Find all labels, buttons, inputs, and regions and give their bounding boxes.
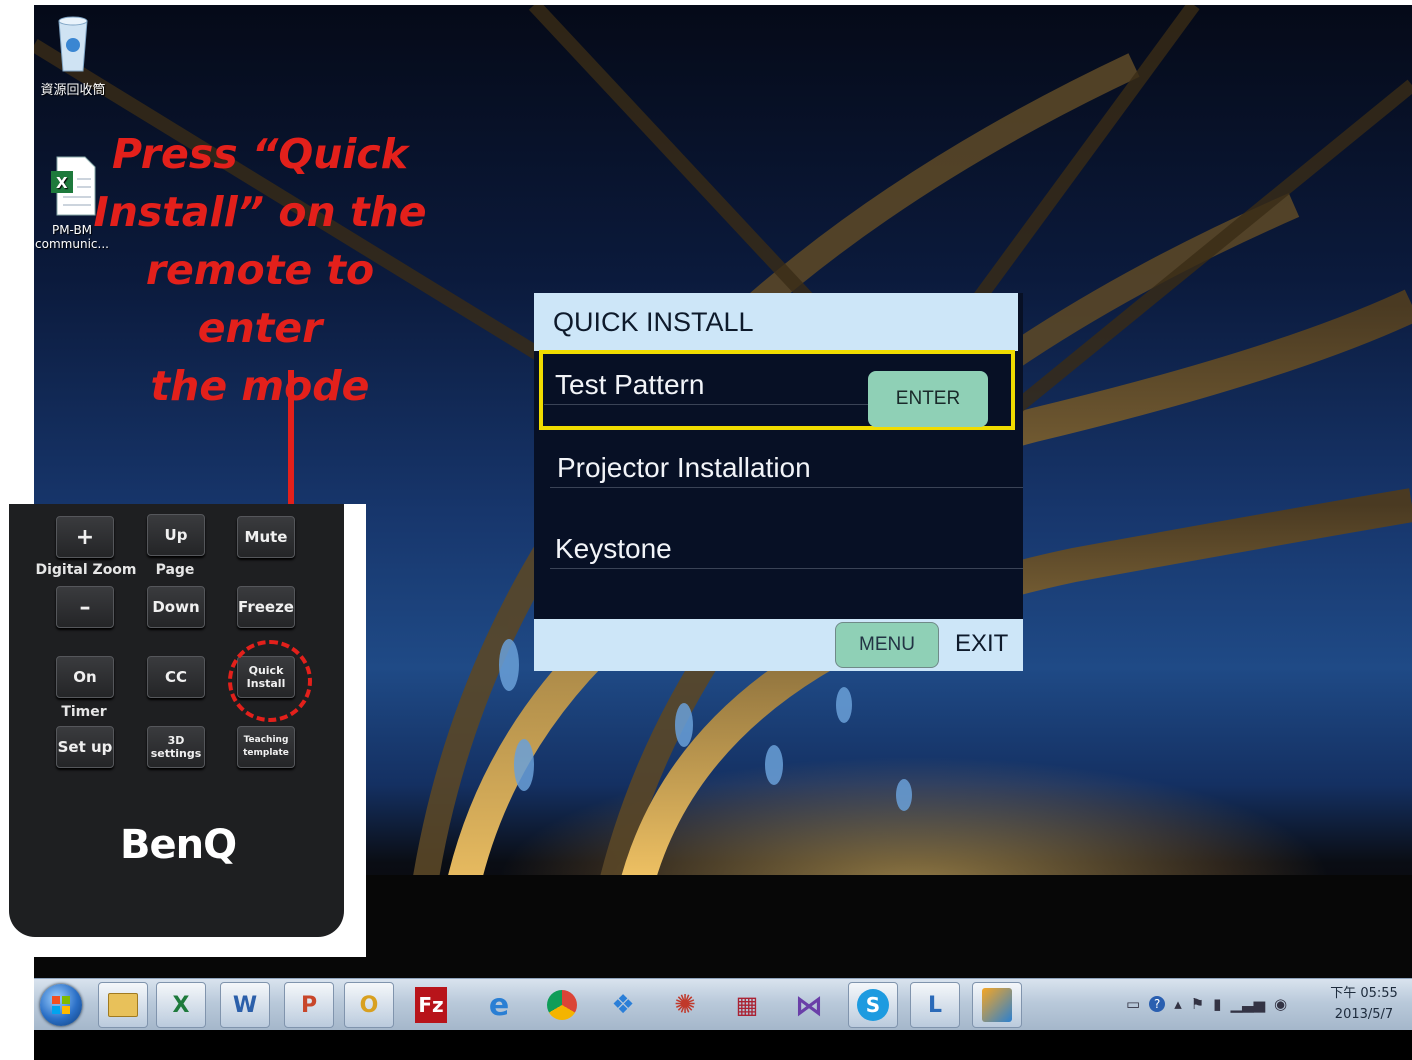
benq-logo: BenQ [120,822,237,868]
exit-label: EXIT [955,630,1009,657]
page-label: Page [155,562,195,578]
chrome-icon[interactable] [537,982,587,1028]
calculator-chart-icon[interactable]: ▦ [722,982,772,1028]
screen-bottom-border [34,1030,1412,1060]
enter-button[interactable]: ENTER [868,371,988,427]
clock-time: 下午 05:55 [1330,986,1398,1001]
dropbox-icon[interactable]: ❖ [598,982,648,1028]
osd-item-label: Keystone [555,533,672,564]
timer-label: Timer [61,704,107,720]
benq-remote: + Up Mute Digital Zoom Page – Down Freez… [9,504,344,937]
quick-install-highlight-circle [228,640,312,722]
lync-icon[interactable]: L [910,982,960,1028]
osd-title-bar: QUICK INSTALL [534,293,1018,351]
network-signal-icon[interactable]: ▁▃▅ [1230,995,1265,1013]
cc-button[interactable]: CC [147,656,205,698]
system-tray: ▭ ? ▴ ⚑ ▮ ▁▃▅ ◉ [1126,989,1287,1019]
osd-item-keystone[interactable]: Keystone [534,519,1023,589]
osd-footer: MENU EXIT [534,619,1023,671]
osd-divider [550,568,1023,569]
osd-item-projector-installation[interactable]: Projector Installation [534,438,1023,508]
menu-button[interactable]: MENU [835,622,939,668]
windows-logo-icon [52,996,70,1014]
teaching-template-button[interactable]: Teaching template [237,726,295,768]
page-up-button[interactable]: Up [147,514,205,556]
filezilla-icon[interactable]: Fz [406,982,456,1028]
internet-explorer-icon[interactable]: e [474,982,524,1028]
file-explorer-icon[interactable] [98,982,148,1028]
instruction-line: Install” on the [93,188,427,236]
picasa-icon[interactable]: ✺ [660,982,710,1028]
show-hidden-icons-icon[interactable]: ▴ [1174,995,1182,1013]
svg-text:X: X [56,174,68,192]
mute-button[interactable]: Mute [237,516,295,558]
word-icon[interactable]: W [220,982,270,1028]
clock-date: 2013/5/7 [1334,1007,1394,1022]
page-down-button[interactable]: Down [147,586,205,628]
paint-icon[interactable] [972,982,1022,1028]
volume-icon[interactable]: ◉ [1274,995,1287,1013]
taskbar-clock[interactable]: 下午 05:55 2013/5/7 [1324,983,1404,1025]
instruction-line: the mode [150,362,370,410]
skype-icon[interactable]: S [848,982,898,1028]
keyboard-icon[interactable]: ▭ [1126,995,1140,1013]
outlook-icon[interactable]: O [344,982,394,1028]
osd-item-label: Projector Installation [557,452,811,483]
osd-divider [550,487,1023,488]
quick-install-osd: QUICK INSTALL Test Pattern ENTER Project… [534,293,1023,671]
freeze-button[interactable]: Freeze [237,586,295,628]
action-center-flag-icon[interactable]: ⚑ [1191,995,1204,1013]
zoom-minus-button[interactable]: – [56,586,114,628]
3d-settings-button[interactable]: 3D settings [147,726,205,768]
powerpoint-icon[interactable]: P [284,982,334,1028]
windows-taskbar: X W P O Fz e ❖ ✺ ▦ ⋈ S L ▭ ? ▴ ⚑ ▮ ▁▃▅ ◉… [34,978,1412,1031]
on-button[interactable]: On [56,656,114,698]
recycle-bin-shortcut[interactable]: 資源回收筒 [38,15,108,98]
visual-studio-icon[interactable]: ⋈ [784,982,834,1028]
setup-button[interactable]: Set up [56,726,114,768]
instruction-line: remote to enter [145,246,375,352]
power-icon[interactable]: ▮ [1213,995,1221,1013]
recycle-bin-label: 資源回收筒 [40,83,106,98]
excel-icon[interactable]: X [156,982,206,1028]
start-button[interactable] [40,984,82,1026]
instruction-line: Press “Quick [112,130,408,178]
instruction-annotation: Press “Quick Install” on the remote to e… [80,125,440,415]
zoom-plus-button[interactable]: + [56,516,114,558]
help-icon[interactable]: ? [1149,996,1166,1012]
digital-zoom-label: Digital Zoom [35,562,137,578]
osd-title: QUICK INSTALL [553,307,754,337]
recycle-bin-icon [58,16,88,72]
